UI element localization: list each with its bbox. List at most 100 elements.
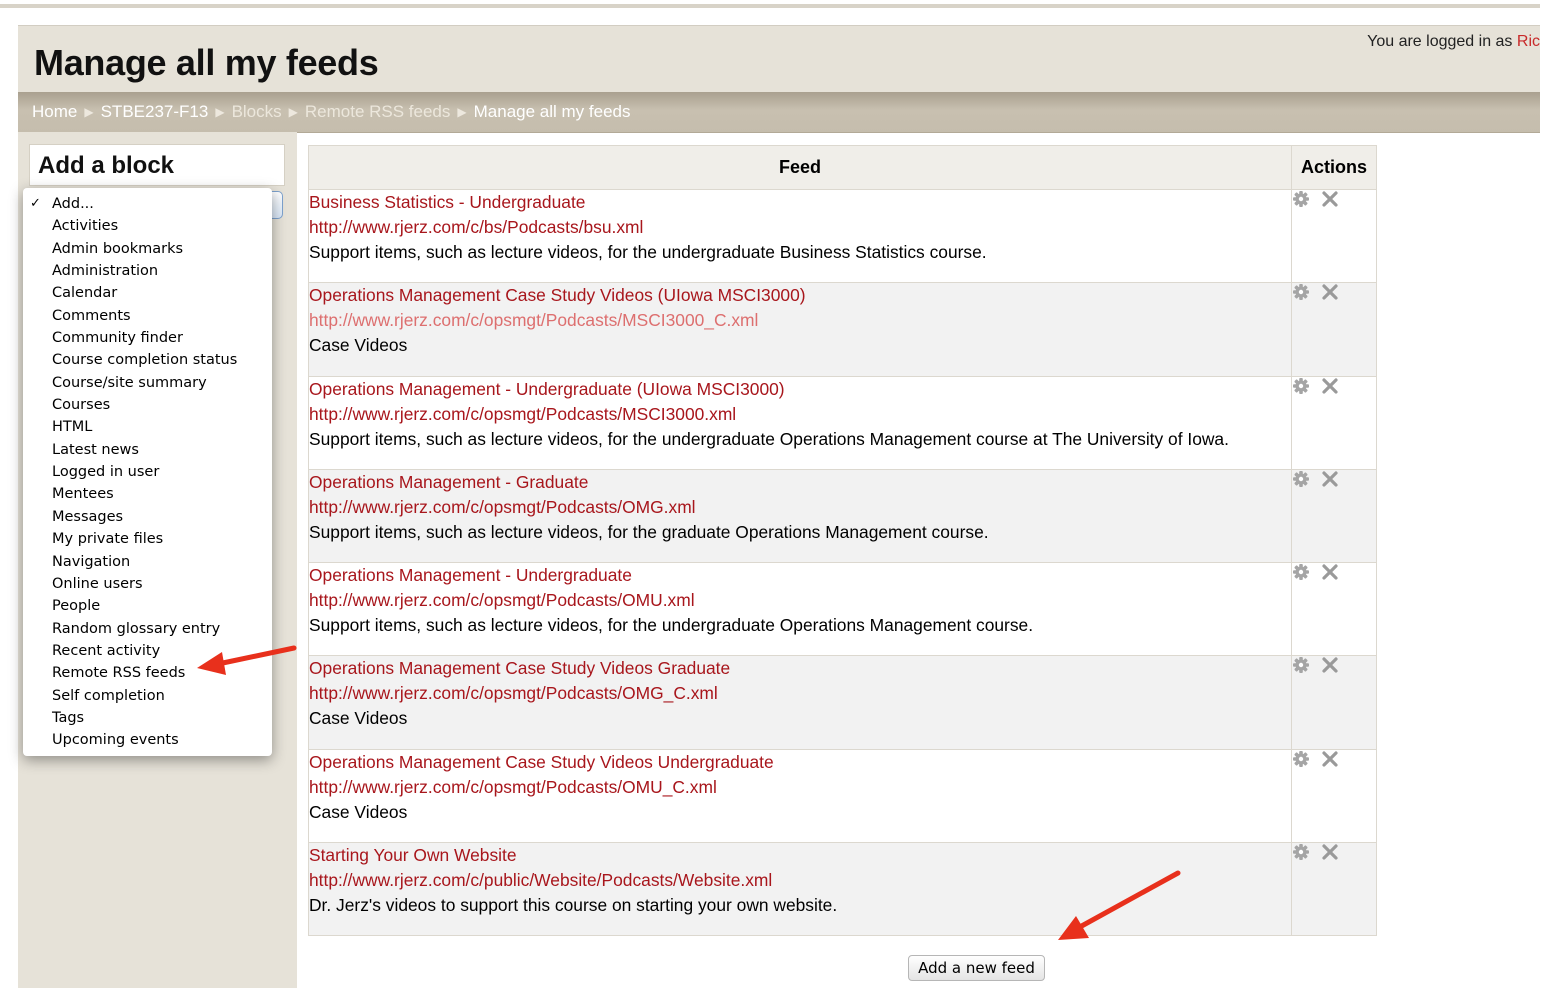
page-title: Manage all my feeds <box>34 42 379 83</box>
close-icon[interactable] <box>1321 190 1339 213</box>
feed-cell: Operations Management - Undergraduate (U… <box>308 375 1292 470</box>
logged-in-user-link[interactable]: Ric <box>1517 33 1540 50</box>
column-header-actions: Actions <box>1291 145 1377 190</box>
table-row: Operations Management Case Study Videos … <box>308 282 1377 377</box>
dropdown-option-recent-activity[interactable]: Recent activity <box>23 640 272 662</box>
feed-url-link[interactable]: http://www.rjerz.com/c/opsmgt/Podcasts/M… <box>309 308 1291 333</box>
dropdown-option-messages[interactable]: Messages <box>23 506 272 528</box>
dropdown-option-administration[interactable]: Administration <box>23 260 272 282</box>
gear-icon[interactable] <box>1292 283 1310 306</box>
dropdown-option-my-private-files[interactable]: My private files <box>23 528 272 550</box>
feed-cell: Operations Management Case Study Videos … <box>308 655 1292 750</box>
dropdown-option-mentees[interactable]: Mentees <box>23 483 272 505</box>
feed-description: Support items, such as lecture videos, f… <box>309 615 1034 636</box>
dropdown-option-remote-rss-feeds[interactable]: Remote RSS feeds <box>23 662 272 684</box>
checkmark-icon: ✓ <box>30 196 41 211</box>
actions-cell <box>1291 282 1377 377</box>
dropdown-option-random-glossary-entry[interactable]: Random glossary entry <box>23 618 272 640</box>
dropdown-option-course-site-summary[interactable]: Course/site summary <box>23 372 272 394</box>
feed-title-link[interactable]: Starting Your Own Website <box>309 843 1291 868</box>
dropdown-option-tags[interactable]: Tags <box>23 707 272 729</box>
dropdown-option-people[interactable]: People <box>23 595 272 617</box>
close-icon[interactable] <box>1321 656 1339 679</box>
feed-cell: Business Statistics - Undergraduate http… <box>308 188 1292 284</box>
close-icon[interactable] <box>1321 563 1339 586</box>
dropdown-option-courses[interactable]: Courses <box>23 394 272 416</box>
login-info: You are logged in as Ric <box>1367 33 1540 51</box>
feed-cell: Starting Your Own Website http://www.rje… <box>308 842 1292 937</box>
dropdown-option-logged-in-user[interactable]: Logged in user <box>23 461 272 483</box>
feed-url-link[interactable]: http://www.rjerz.com/c/opsmgt/Podcasts/O… <box>309 495 1291 520</box>
actions-cell <box>1291 375 1377 470</box>
feed-title-link[interactable]: Operations Management Case Study Videos … <box>309 656 1291 681</box>
feed-url-link[interactable]: http://www.rjerz.com/c/opsmgt/Podcasts/O… <box>309 588 1291 613</box>
table-row: Operations Management - Undergraduate (U… <box>308 375 1377 470</box>
dropdown-option-community-finder[interactable]: Community finder <box>23 327 272 349</box>
gear-icon[interactable] <box>1292 470 1310 493</box>
feed-url-link[interactable]: http://www.rjerz.com/c/opsmgt/Podcasts/O… <box>309 775 1291 800</box>
dropdown-option-self-completion[interactable]: Self completion <box>23 685 272 707</box>
close-icon[interactable] <box>1321 377 1339 400</box>
column-header-feed: Feed <box>308 145 1292 190</box>
gear-icon[interactable] <box>1292 750 1310 773</box>
feed-title-link[interactable]: Operations Management - Undergraduate (U… <box>309 377 1291 402</box>
gear-icon[interactable] <box>1292 190 1310 213</box>
dropdown-option-html[interactable]: HTML <box>23 416 272 438</box>
dropdown-option-add[interactable]: ✓ Add... <box>23 193 272 215</box>
gear-icon[interactable] <box>1292 563 1310 586</box>
breadcrumb-separator-icon: ▶ <box>288 105 298 119</box>
feed-url-link[interactable]: http://www.rjerz.com/c/public/Website/Po… <box>309 868 1291 893</box>
breadcrumb-separator-icon: ▶ <box>457 105 467 119</box>
actions-cell <box>1291 748 1377 844</box>
dropdown-option-course-completion-status[interactable]: Course completion status <box>23 349 272 371</box>
breadcrumb-course[interactable]: STBE237-F13 <box>101 102 209 121</box>
feed-title-link[interactable]: Operations Management Case Study Videos … <box>309 283 1291 308</box>
dropdown-option-calendar[interactable]: Calendar <box>23 282 272 304</box>
gear-icon[interactable] <box>1292 843 1310 866</box>
feed-cell: Operations Management - Graduate http://… <box>308 468 1292 564</box>
actions-cell <box>1291 655 1377 750</box>
gear-icon[interactable] <box>1292 656 1310 679</box>
feed-url-link[interactable]: http://www.rjerz.com/c/opsmgt/Podcasts/O… <box>309 681 1291 706</box>
close-icon[interactable] <box>1321 750 1339 773</box>
feed-description: Case Videos <box>309 708 408 729</box>
feed-cell: Operations Management Case Study Videos … <box>308 282 1292 377</box>
feed-title-link[interactable]: Business Statistics - Undergraduate <box>309 190 1291 215</box>
breadcrumb-separator-icon: ▶ <box>215 105 225 119</box>
dropdown-option-activities[interactable]: Activities <box>23 215 272 237</box>
feeds-table: Feed Actions Business Statistics - Under… <box>308 145 1377 937</box>
feed-url-link[interactable]: http://www.rjerz.com/c/opsmgt/Podcasts/M… <box>309 402 1291 427</box>
breadcrumb: Home ▶ STBE237-F13 ▶ Blocks ▶ Remote RSS feeds… <box>32 102 631 122</box>
table-row: Operations Management Case Study Videos … <box>308 748 1377 844</box>
dropdown-option-navigation[interactable]: Navigation <box>23 551 272 573</box>
close-icon[interactable] <box>1321 843 1339 866</box>
dropdown-option-online-users[interactable]: Online users <box>23 573 272 595</box>
feed-title-link[interactable]: Operations Management - Graduate <box>309 470 1291 495</box>
close-icon[interactable] <box>1321 470 1339 493</box>
actions-cell <box>1291 562 1377 657</box>
table-row: Operations Management Case Study Videos … <box>308 655 1377 750</box>
top-border <box>0 4 1540 8</box>
table-row: Business Statistics - Undergraduate http… <box>308 188 1377 284</box>
breadcrumb-current: Manage all my feeds <box>473 102 631 121</box>
breadcrumb-home[interactable]: Home <box>32 102 77 121</box>
add-new-feed-button[interactable]: Add a new feed <box>908 955 1045 981</box>
table-row: Starting Your Own Website http://www.rje… <box>308 842 1377 937</box>
gear-icon[interactable] <box>1292 377 1310 400</box>
breadcrumb-remote-rss[interactable]: Remote RSS feeds <box>305 102 451 121</box>
breadcrumb-blocks[interactable]: Blocks <box>232 102 282 121</box>
dropdown-option-latest-news[interactable]: Latest news <box>23 439 272 461</box>
feed-title-link[interactable]: Operations Management - Undergraduate <box>309 563 1291 588</box>
close-icon[interactable] <box>1321 283 1339 306</box>
actions-cell <box>1291 468 1377 564</box>
table-row: Operations Management - Graduate http://… <box>308 468 1377 564</box>
feed-url-link[interactable]: http://www.rjerz.com/c/bs/Podcasts/bsu.x… <box>309 215 1291 240</box>
dropdown-option-admin-bookmarks[interactable]: Admin bookmarks <box>23 238 272 260</box>
dropdown-option-comments[interactable]: Comments <box>23 305 272 327</box>
table-row: Operations Management - Undergraduate ht… <box>308 562 1377 657</box>
feed-description: Case Videos <box>309 335 408 356</box>
feed-description: Case Videos <box>309 801 408 822</box>
feed-title-link[interactable]: Operations Management Case Study Videos … <box>309 750 1291 775</box>
dropdown-option-upcoming-events[interactable]: Upcoming events <box>23 729 272 751</box>
login-prefix: You are logged in as <box>1367 33 1513 50</box>
